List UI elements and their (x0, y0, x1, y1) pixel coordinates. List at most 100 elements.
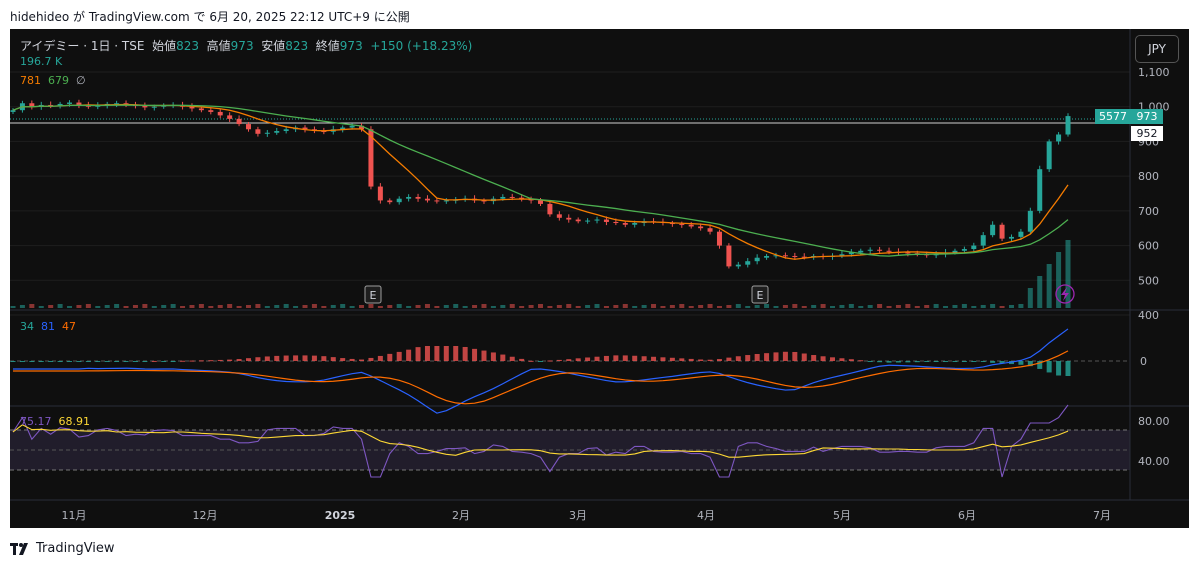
volume-bar (811, 305, 817, 308)
volume-bar (519, 306, 525, 308)
candle-body (1046, 141, 1052, 170)
volume-bar (679, 304, 685, 308)
rsi-v1: 75.17 (20, 415, 52, 428)
macd-bar (415, 347, 421, 361)
publish-header: hidehideo が TradingView.com で 6月 20, 202… (10, 10, 410, 24)
chart-canvas[interactable]: E E 1,1001,000900800700600500400 5577 97… (10, 29, 1189, 528)
time-axis-label: 5月 (833, 509, 851, 522)
tradingview-logo-icon (10, 542, 28, 555)
macd-bar (132, 361, 138, 362)
volume-bar (999, 306, 1005, 308)
macd-bar (594, 356, 600, 361)
candle-body (622, 223, 628, 225)
volume-bar (321, 306, 327, 308)
macd-bar (1018, 361, 1024, 365)
macd-bar (227, 359, 233, 361)
time-axis[interactable]: 11月 12月 2025 2月 3月 4月 5月 6月 7月 (62, 509, 1112, 522)
price-axis-label: 500 (1138, 274, 1159, 287)
macd-bar (914, 361, 920, 363)
volume-bar (245, 305, 251, 308)
macd-bar (76, 361, 82, 362)
earnings-marker-1[interactable]: E (364, 285, 382, 304)
footer-brand[interactable]: TradingView (10, 541, 115, 556)
volume-bar (632, 306, 638, 308)
volume-bar (556, 305, 562, 308)
macd-bar (377, 355, 383, 361)
macd-histogram (10, 346, 1071, 376)
symbol-legend[interactable]: アイデミー · 1日 · TSE 始値823 高値973 安値823 終値973… (20, 37, 472, 54)
last-price-tag: 973 (1131, 109, 1163, 124)
volume-bar (641, 305, 647, 308)
candle-body (858, 250, 864, 253)
volume-bar (472, 305, 478, 308)
volume-bar (651, 304, 657, 308)
volume-bar (933, 304, 939, 308)
candle-body (735, 264, 741, 267)
volume-bar (943, 306, 949, 308)
volume-bar (509, 304, 515, 308)
volume-bar (217, 305, 223, 308)
candle-body (547, 203, 553, 215)
candle-body (349, 125, 355, 128)
macd-bar (792, 351, 798, 361)
volume-bar (952, 305, 958, 308)
volume-bar (38, 306, 44, 308)
macd-bar (547, 360, 553, 362)
ma-legend[interactable]: 781 679 ∅ (20, 74, 86, 87)
macd-bar (321, 356, 327, 361)
macd-bar (980, 361, 986, 362)
candle-body (556, 214, 562, 218)
rsi-axis-40: 40.00 (1138, 455, 1170, 468)
price-axis-label: 600 (1138, 240, 1159, 253)
macd-bar (434, 346, 440, 361)
macd-legend[interactable]: 34 81 47 (20, 320, 76, 333)
volume-bar (877, 304, 883, 308)
chart-area[interactable]: E E 1,100 1,000 900 800 700 600 500 400 5577 97… (10, 29, 1189, 528)
volume-bar (971, 306, 977, 308)
volume-bar (707, 304, 713, 308)
high-label: 高値 (206, 39, 231, 53)
macd-bar (283, 355, 289, 361)
macd-bar (820, 356, 826, 361)
candle-body (415, 196, 421, 199)
volume-bar (830, 306, 836, 308)
earnings-marker-2[interactable]: E (751, 285, 769, 304)
rsi-legend[interactable]: 75.17 68.91 (20, 415, 90, 428)
volume-bar (104, 305, 110, 308)
macd-bar (95, 361, 101, 362)
macd-bar (142, 361, 148, 362)
macd-v1: 34 (20, 320, 34, 333)
macd-bar (10, 361, 16, 362)
volume-bar (151, 306, 157, 308)
macd-bar (453, 346, 459, 361)
price-axis-label: 1,100 (1138, 66, 1170, 79)
macd-bar (773, 352, 779, 361)
volume-bar (349, 306, 355, 308)
volume-bar (443, 305, 449, 308)
macd-bar (255, 357, 261, 361)
macd-bar (161, 361, 167, 362)
macd-bar (679, 358, 685, 361)
macd-bar (754, 353, 760, 361)
volume-bar (754, 305, 760, 308)
currency-button[interactable]: JPY (1135, 35, 1179, 63)
volume-bar (330, 305, 336, 308)
volume-bar (622, 304, 628, 308)
candle-body (443, 200, 449, 202)
macd-bar (208, 360, 214, 362)
volume-legend[interactable]: 196.7 K (20, 55, 62, 68)
macd-bar (368, 357, 374, 361)
volume-bar (180, 306, 186, 308)
candle-body (1027, 210, 1033, 232)
candle-body (509, 196, 515, 198)
price-axis[interactable]: 1,1001,000900800700600500400 (1138, 66, 1170, 322)
ma1-value: 781 (20, 74, 41, 87)
candle-body (745, 261, 751, 265)
macd-bar (217, 359, 223, 361)
candle-body (603, 219, 609, 222)
volume-bar (132, 305, 138, 308)
candle-body (10, 110, 16, 112)
macd-bar (359, 359, 365, 361)
macd-bar (716, 359, 722, 361)
volume-bar (161, 305, 167, 308)
